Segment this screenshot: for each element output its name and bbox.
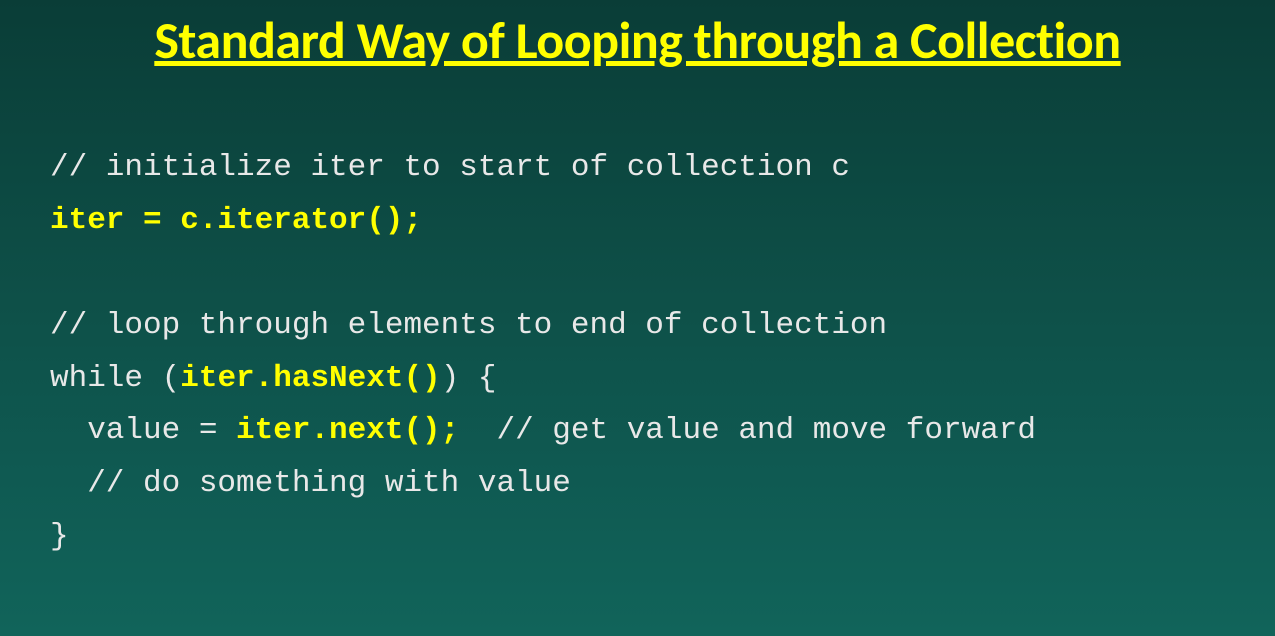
slide-title: Standard Way of Looping through a Collec… xyxy=(154,8,1120,72)
title-bar: Standard Way of Looping through a Collec… xyxy=(0,0,1275,82)
code-while-post: ) { xyxy=(441,361,497,396)
code-highlight-3: iter.next(); xyxy=(236,413,459,448)
code-block: // initialize iter to start of collectio… xyxy=(0,82,1275,584)
code-comment-3: // do something with value xyxy=(50,466,571,501)
code-highlight-2: iter.hasNext() xyxy=(180,361,440,396)
code-closebrace: } xyxy=(50,519,69,554)
code-comment-2: // loop through elements to end of colle… xyxy=(50,308,887,343)
code-value-post: // get value and move forward xyxy=(459,413,1036,448)
code-while-pre: while ( xyxy=(50,361,180,396)
code-value-pre: value = xyxy=(50,413,236,448)
code-highlight-1: iter = c.iterator(); xyxy=(50,203,422,238)
code-comment-1: // initialize iter to start of collectio… xyxy=(50,150,850,185)
